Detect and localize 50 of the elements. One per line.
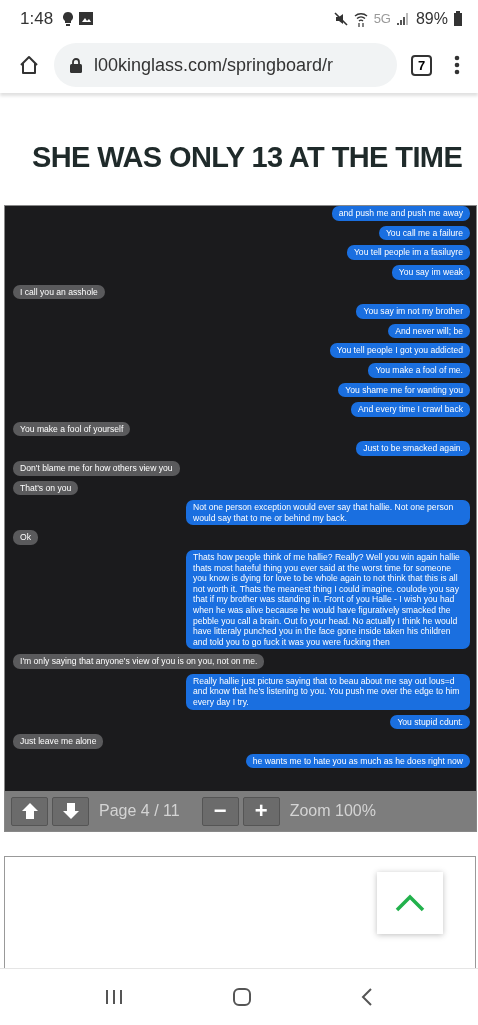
message-bubble: You tell people im a fasiluyre [346, 245, 470, 261]
message-bubble: You make a fool of yourself [13, 421, 131, 437]
message-bubble: You stupid cdunt. [390, 714, 470, 730]
message-bubble: And every time I crawl back [350, 402, 470, 417]
zoom-out-button[interactable]: − [201, 796, 239, 826]
chevron-up-icon [395, 894, 425, 913]
up-arrow-icon [20, 802, 39, 821]
signal-icon [396, 12, 410, 25]
home-button-icon[interactable] [232, 987, 252, 1008]
down-arrow-icon [61, 802, 80, 821]
address-bar[interactable]: l00kinglass.com/springboard/r [54, 43, 397, 88]
mute-icon [333, 11, 348, 26]
message-bubble: he wants me to hate you as much as he does right now [245, 753, 470, 769]
image-icon [79, 12, 94, 26]
menu-icon[interactable] [454, 55, 460, 76]
message-bubble: and push me and push me away [331, 206, 470, 221]
message-bubble: You say im not my brother [356, 304, 470, 319]
message-bubble: And never will; be [388, 323, 470, 339]
page-indicator: Page 4 / 11 [99, 802, 180, 821]
battery-icon [454, 11, 462, 27]
message-bubble: Don't blame me for how others view you [13, 461, 180, 476]
clock-time: 1:48 [20, 8, 54, 29]
message-bubble: Not one person exception would ever say that hallie. Not one person would say that to me or behind my back. [186, 500, 470, 526]
recent-apps-icon[interactable] [104, 989, 123, 1006]
back-icon[interactable] [361, 988, 374, 1007]
zoom-in-button[interactable]: + [242, 796, 280, 826]
lightbulb-icon [63, 11, 74, 26]
message-bubble: You call me a failure [378, 225, 470, 241]
page-down-button[interactable] [52, 796, 89, 826]
network-type: 5G [373, 11, 391, 27]
message-bubble: You make a fool of me. [368, 363, 470, 378]
message-bubble: You tell people I got you addicted [329, 343, 470, 358]
headline: SHE WAS ONLY 13 AT THE TIME [32, 140, 464, 176]
battery-percent: 89% [415, 9, 448, 28]
message-bubble: Really hallie just picture saying that to beau about me say out lous=d and know that he's listening to you. You push me over the edge to him every day I try. [186, 673, 470, 710]
zoom-level: Zoom 100% [289, 802, 376, 821]
message-bubble: I'm only saying that anyone's view of you is on you, not on me. [13, 654, 265, 669]
message-bubble: Just leave me alone [13, 734, 104, 749]
tab-count-button[interactable]: 7 [411, 55, 432, 76]
wifi-icon [353, 10, 368, 27]
lock-icon [70, 58, 82, 73]
message-bubble: Ok [13, 530, 38, 545]
message-bubble: Just to be smacked again. [356, 441, 470, 456]
message-bubble: I call you an asshole [13, 284, 105, 300]
page-up-button[interactable] [11, 796, 48, 826]
message-bubble: Thats how people think of me hallie? Really? Well you win again hallie thats most hateful thing you ever said at the worst time for someone you know is dying for love to be whole again to not think that this is all not worth it. Thats the meanest thing I could imagine. coulode you say that if my brother was standing in. Front of you Halle - I wish you had when he was alive because he would have figuratively smacked the pebble you call a brain. Out fo your head. No actually I think he would have litteraly punched you in the face gone inside taken his children and told you to go fuck it was you were fucking then [186, 549, 470, 650]
message-bubble: That's on you [13, 480, 79, 496]
home-icon[interactable] [18, 54, 40, 77]
message-bubble: You say im weak [391, 265, 470, 280]
message-bubble: You shame me for wanting you [338, 382, 470, 398]
